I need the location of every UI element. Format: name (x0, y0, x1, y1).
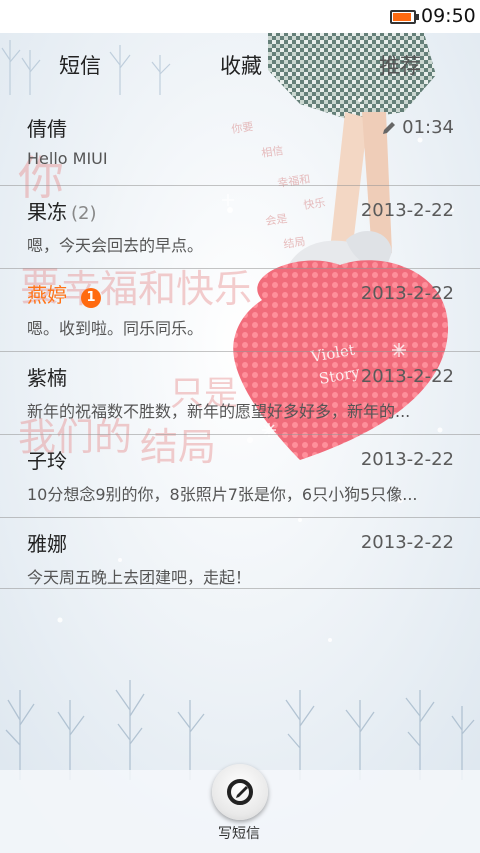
message-time: 01:34 (402, 117, 454, 138)
battery-icon (390, 10, 416, 24)
tab-messages[interactable]: 短信 (59, 50, 101, 80)
tab-favorites[interactable]: 收藏 (220, 50, 262, 80)
battery-level-fill (393, 13, 411, 21)
contact-name: 雅娜 (27, 532, 67, 556)
conversation-row[interactable]: 倩倩 01:34 Hello MIUI (0, 103, 480, 186)
conversation-row[interactable]: 紫楠 2013-2-22 新年的祝福数不胜数，新年的愿望好多好多，新年的... (0, 352, 480, 435)
compose-button[interactable] (212, 764, 268, 820)
contact-name: 倩倩 (27, 117, 67, 141)
conversation-row[interactable]: 燕婷 1 2013-2-22 嗯。收到啦。同乐同乐。 (0, 269, 480, 352)
message-time: 2013-2-22 (360, 200, 454, 221)
message-time: 2013-2-22 (360, 283, 454, 304)
status-clock: 09:50 (421, 5, 476, 27)
conversation-row[interactable]: 果冻 (2) 2013-2-22 嗯，今天会回去的早点。 (0, 186, 480, 269)
message-preview: 今天周五晚上去团建吧，走起！ (27, 568, 252, 587)
contact-name-text: 果冻 (27, 200, 67, 224)
message-preview: 新年的祝福数不胜数，新年的愿望好多好多，新年的... (27, 402, 411, 421)
battery-cap (416, 14, 419, 20)
message-time: 2013-2-22 (360, 366, 454, 387)
compose-pen-icon (227, 779, 253, 805)
message-preview: 嗯。收到啦。同乐同乐。 (27, 319, 204, 338)
contact-name: 燕婷 (27, 283, 67, 307)
draft-pencil-icon (383, 122, 395, 134)
conversation-row[interactable]: 子玲 2013-2-22 10分想念9别的你，8张照片7张是你，6只小狗5只像.… (0, 435, 480, 518)
tab-recommended[interactable]: 推荐 (379, 50, 421, 80)
conversation-row[interactable]: 雅娜 2013-2-22 今天周五晚上去团建吧，走起！ (0, 518, 480, 589)
message-preview: 嗯，今天会回去的早点。 (27, 236, 204, 255)
compose-label: 写短信 (218, 826, 260, 842)
contact-name: 子玲 (27, 449, 67, 473)
message-preview: Hello MIUI (27, 149, 108, 168)
status-bar: 09:50 (0, 0, 480, 33)
message-count: (2) (71, 203, 97, 224)
unread-badge: 1 (81, 288, 101, 308)
message-preview: 10分想念9别的你，8张照片7张是你，6只小狗5只像... (27, 485, 418, 504)
contact-name: 果冻 (2) (27, 196, 97, 225)
contact-name: 紫楠 (27, 366, 67, 390)
message-time: 2013-2-22 (360, 532, 454, 553)
message-time: 2013-2-22 (360, 449, 454, 470)
